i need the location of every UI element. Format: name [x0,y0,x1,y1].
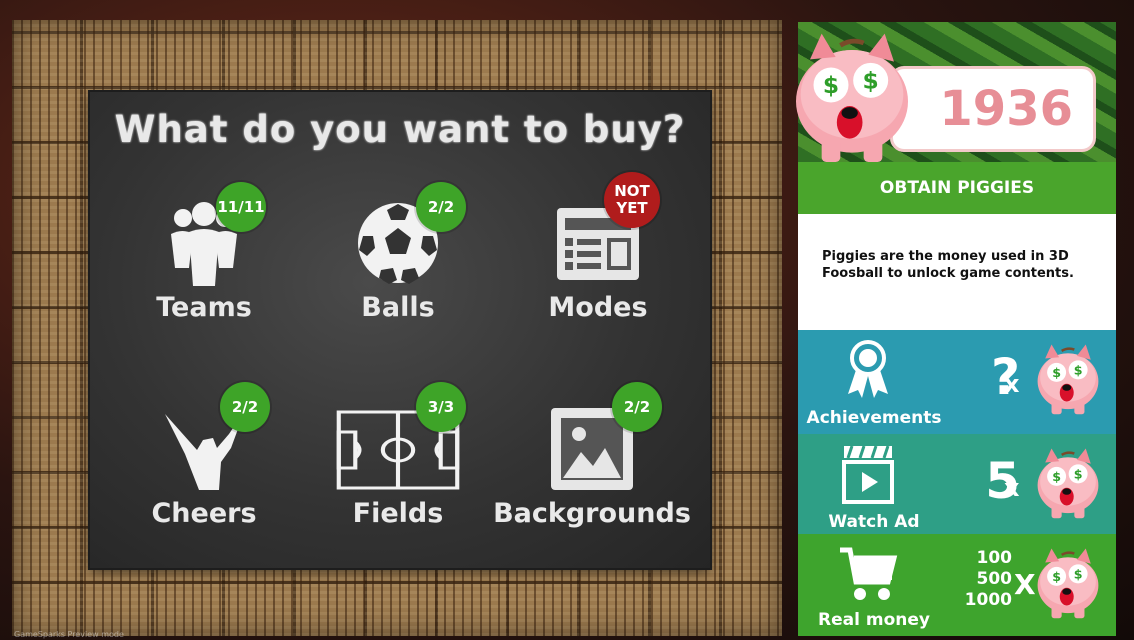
watch-ad-button[interactable]: Watch Ad 5 x [798,434,1116,538]
preview-mode-note: GameSparks Preview mode [14,630,124,639]
piggy-bank-icon [1036,547,1100,620]
shop-item-modes[interactable]: NOT YET Modes [518,172,678,338]
backgrounds-badge: 2/2 [612,382,662,432]
shop-item-backgrounds[interactable]: 2/2 Backgrounds [493,382,691,544]
shop-item-teams[interactable]: 11/11 Teams [124,182,284,338]
piggy-bank-icon [1036,447,1100,520]
achievements-times: x [1004,370,1020,398]
piggy-bank-icon [782,24,922,174]
watch-ad-times: x [1004,474,1020,502]
backgrounds-label: Backgrounds [493,498,691,529]
piggies-description: Piggies are the money used in 3D Foosbal… [798,214,1116,330]
cheers-label: Cheers [151,498,257,529]
real-money-amount: 1000 [964,590,1012,610]
real-money-label: Real money [818,610,930,630]
award-ribbon-icon [848,340,888,398]
balls-badge: 2/2 [416,182,466,232]
video-clapper-icon [842,445,894,504]
cheers-badge: 2/2 [220,382,270,432]
real-money-amounts: 100 500 1000 [952,548,1012,611]
obtain-piggies-header: OBTAIN PIGGIES [798,162,1116,214]
piggy-balance: 1936 [939,81,1073,137]
real-money-amount: 500 [976,569,1013,589]
game-scene: What do you want to buy? 11/11 Teams 2/2… [0,0,1134,640]
teams-label: Teams [156,292,252,323]
real-money-amount: 100 [976,548,1013,568]
fields-badge: 3/3 [416,382,466,432]
fields-label: Fields [352,498,444,529]
piggies-panel: 1936 OBTAIN PIGGIES Piggies are the mone… [798,22,1116,636]
achievements-label: Achievements [806,408,942,428]
watch-ad-label: Watch Ad [828,512,920,532]
real-money-button[interactable]: Real money 100 500 1000 X [798,534,1116,636]
shop-item-balls[interactable]: 2/2 Balls [318,182,478,338]
piggy-bank-icon [1036,343,1100,416]
achievements-button[interactable]: Achievements ? x [798,330,1116,434]
modes-badge: NOT YET [604,172,660,228]
shop-item-cheers[interactable]: 2/2 Cheers [124,382,284,544]
teams-badge: 11/11 [216,182,266,232]
modes-label: Modes [548,292,648,323]
shopping-cart-icon [840,547,898,600]
shop-item-fields[interactable]: 3/3 Fields [318,382,478,544]
balls-label: Balls [361,292,435,323]
shop-title: What do you want to buy? [114,108,686,151]
